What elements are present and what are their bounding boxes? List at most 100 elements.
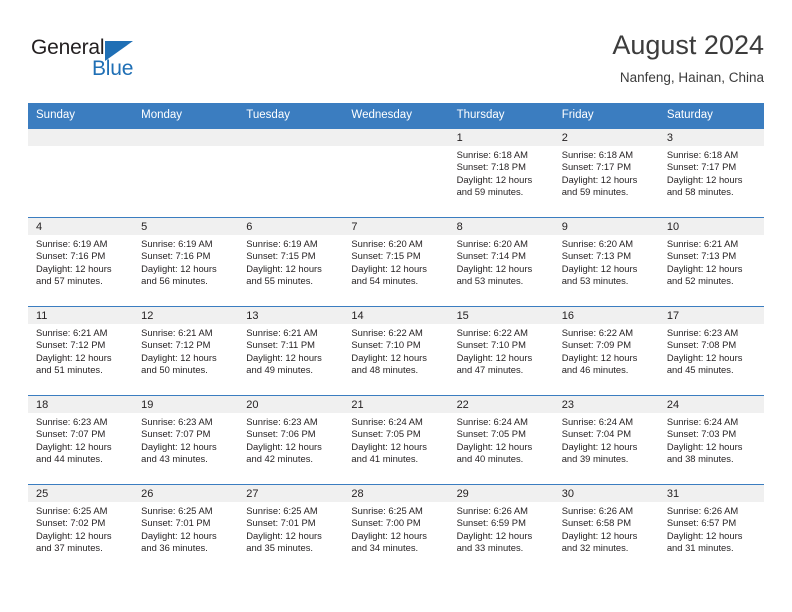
sunset-text: Sunset: 7:09 PM: [561, 339, 632, 351]
day-cell[interactable]: 1 Sunrise: 6:18 AM Sunset: 7:18 PM Dayli…: [448, 129, 554, 217]
day-cell[interactable]: 2 Sunrise: 6:18 AM Sunset: 7:17 PM Dayli…: [553, 129, 659, 217]
day-number: 13: [238, 307, 344, 324]
day-cell[interactable]: 22 Sunrise: 6:24 AM Sunset: 7:05 PM Dayl…: [448, 396, 554, 484]
sunrise-text: Sunrise: 6:22 AM: [456, 327, 528, 338]
day-cell[interactable]: 21 Sunrise: 6:24 AM Sunset: 7:05 PM Dayl…: [343, 396, 449, 484]
day-number: 8: [448, 218, 554, 235]
day-number: 3: [658, 129, 764, 146]
day-number: 30: [553, 485, 659, 502]
day-cell[interactable]: 4 Sunrise: 6:19 AM Sunset: 7:16 PM Dayli…: [28, 218, 134, 306]
sunset-text: Sunset: 7:07 PM: [141, 428, 211, 440]
day-cell[interactable]: 6 Sunrise: 6:19 AM Sunset: 7:15 PM Dayli…: [238, 218, 344, 306]
day-cell[interactable]: 13 Sunrise: 6:21 AM Sunset: 7:11 PM Dayl…: [238, 307, 344, 395]
day-cell[interactable]: 9 Sunrise: 6:20 AM Sunset: 7:13 PM Dayli…: [553, 218, 659, 306]
day-number: 25: [28, 485, 134, 502]
day-cell[interactable]: [238, 129, 344, 217]
day-number: 1: [448, 129, 554, 146]
sunset-text: Sunset: 7:17 PM: [666, 161, 737, 173]
calendar-week-row: 18 Sunrise: 6:23 AM Sunset: 7:07 PM Dayl…: [28, 395, 764, 484]
sunrise-text: Sunrise: 6:19 AM: [36, 238, 108, 249]
day-cell[interactable]: 23 Sunrise: 6:24 AM Sunset: 7:04 PM Dayl…: [553, 396, 659, 484]
weekday-header-monday: Monday: [141, 109, 183, 121]
daylight-text-line2: and 46 minutes.: [561, 364, 629, 376]
calendar-week-row: 1 Sunrise: 6:18 AM Sunset: 7:18 PM Dayli…: [28, 128, 764, 217]
sunset-text: Sunset: 7:01 PM: [141, 517, 211, 529]
daylight-text-line2: and 44 minutes.: [36, 453, 103, 465]
day-cell[interactable]: 17 Sunrise: 6:23 AM Sunset: 7:08 PM Dayl…: [658, 307, 764, 395]
day-cell[interactable]: 7 Sunrise: 6:20 AM Sunset: 7:15 PM Dayli…: [343, 218, 449, 306]
sunset-text: Sunset: 6:57 PM: [666, 517, 737, 529]
sunrise-text: Sunrise: 6:18 AM: [456, 149, 528, 160]
daylight-text-line2: and 59 minutes.: [561, 186, 629, 198]
daylight-text-line2: and 45 minutes.: [666, 364, 734, 376]
day-number: [238, 129, 344, 146]
day-details: Sunrise: 6:21 AM Sunset: 7:11 PM Dayligh…: [238, 324, 343, 377]
day-cell[interactable]: 5 Sunrise: 6:19 AM Sunset: 7:16 PM Dayli…: [133, 218, 239, 306]
general-blue-logo[interactable]: General Blue: [31, 36, 231, 88]
day-cell[interactable]: 11 Sunrise: 6:21 AM Sunset: 7:12 PM Dayl…: [28, 307, 134, 395]
daylight-text-line1: Daylight: 12 hours: [666, 262, 743, 274]
weekday-header-saturday: Saturday: [666, 109, 713, 121]
daylight-text-line2: and 32 minutes.: [561, 542, 629, 554]
sunrise-text: Sunrise: 6:19 AM: [141, 238, 213, 249]
sunset-text: Sunset: 7:15 PM: [351, 250, 421, 262]
day-cell[interactable]: 18 Sunrise: 6:23 AM Sunset: 7:07 PM Dayl…: [28, 396, 134, 484]
day-number: 19: [133, 396, 239, 413]
daylight-text-line1: Daylight: 12 hours: [561, 262, 638, 274]
day-cell[interactable]: 19 Sunrise: 6:23 AM Sunset: 7:07 PM Dayl…: [133, 396, 239, 484]
day-cell[interactable]: [343, 129, 449, 217]
sunrise-text: Sunrise: 6:26 AM: [456, 505, 528, 516]
day-details: Sunrise: 6:23 AM Sunset: 7:07 PM Dayligh…: [28, 413, 133, 466]
daylight-text-line1: Daylight: 12 hours: [666, 440, 743, 452]
day-cell[interactable]: 3 Sunrise: 6:18 AM Sunset: 7:17 PM Dayli…: [658, 129, 764, 217]
weekday-header-row: Sunday Monday Tuesday Wednesday Thursday…: [28, 103, 764, 128]
day-number: 4: [28, 218, 134, 235]
day-number: 14: [343, 307, 449, 324]
daylight-text-line2: and 51 minutes.: [36, 364, 103, 376]
day-cell[interactable]: 31 Sunrise: 6:26 AM Sunset: 6:57 PM Dayl…: [658, 485, 764, 573]
day-number: 26: [133, 485, 239, 502]
day-cell[interactable]: 14 Sunrise: 6:22 AM Sunset: 7:10 PM Dayl…: [343, 307, 449, 395]
daylight-text-line2: and 54 minutes.: [351, 275, 419, 287]
day-cell[interactable]: 30 Sunrise: 6:26 AM Sunset: 6:58 PM Dayl…: [553, 485, 659, 573]
day-details: Sunrise: 6:25 AM Sunset: 7:00 PM Dayligh…: [343, 502, 448, 555]
day-number: 24: [658, 396, 764, 413]
sunrise-text: Sunrise: 6:24 AM: [351, 416, 423, 427]
day-number: 23: [553, 396, 659, 413]
day-cell[interactable]: 16 Sunrise: 6:22 AM Sunset: 7:09 PM Dayl…: [553, 307, 659, 395]
day-cell[interactable]: 12 Sunrise: 6:21 AM Sunset: 7:12 PM Dayl…: [133, 307, 239, 395]
day-cell[interactable]: 24 Sunrise: 6:24 AM Sunset: 7:03 PM Dayl…: [658, 396, 764, 484]
sunset-text: Sunset: 7:18 PM: [456, 161, 526, 173]
day-cell[interactable]: 20 Sunrise: 6:23 AM Sunset: 7:06 PM Dayl…: [238, 396, 344, 484]
daylight-text-line1: Daylight: 12 hours: [666, 529, 743, 541]
daylight-text-line1: Daylight: 12 hours: [36, 440, 112, 452]
sunset-text: Sunset: 7:00 PM: [351, 517, 421, 529]
day-number: 10: [658, 218, 764, 235]
daylight-text-line1: Daylight: 12 hours: [561, 351, 638, 363]
day-cell[interactable]: 28 Sunrise: 6:25 AM Sunset: 7:00 PM Dayl…: [343, 485, 449, 573]
day-details: Sunrise: 6:24 AM Sunset: 7:03 PM Dayligh…: [659, 413, 764, 466]
day-number: 9: [553, 218, 659, 235]
day-details: Sunrise: 6:19 AM Sunset: 7:16 PM Dayligh…: [28, 235, 133, 288]
daylight-text-line1: Daylight: 12 hours: [246, 529, 322, 541]
day-cell[interactable]: 10 Sunrise: 6:21 AM Sunset: 7:13 PM Dayl…: [658, 218, 764, 306]
day-number: 2: [553, 129, 659, 146]
day-details: Sunrise: 6:22 AM Sunset: 7:10 PM Dayligh…: [449, 324, 554, 377]
daylight-text-line2: and 34 minutes.: [351, 542, 419, 554]
day-cell[interactable]: [133, 129, 239, 217]
day-cell[interactable]: 26 Sunrise: 6:25 AM Sunset: 7:01 PM Dayl…: [133, 485, 239, 573]
sunset-text: Sunset: 7:11 PM: [246, 339, 315, 351]
daylight-text-line2: and 36 minutes.: [141, 542, 208, 554]
day-details: Sunrise: 6:26 AM Sunset: 6:59 PM Dayligh…: [449, 502, 554, 555]
day-cell[interactable]: 29 Sunrise: 6:26 AM Sunset: 6:59 PM Dayl…: [448, 485, 554, 573]
day-cell[interactable]: 25 Sunrise: 6:25 AM Sunset: 7:02 PM Dayl…: [28, 485, 134, 573]
daylight-text-line2: and 31 minutes.: [666, 542, 734, 554]
day-cell[interactable]: 27 Sunrise: 6:25 AM Sunset: 7:01 PM Dayl…: [238, 485, 344, 573]
sunrise-text: Sunrise: 6:21 AM: [141, 327, 213, 338]
day-cell[interactable]: 15 Sunrise: 6:22 AM Sunset: 7:10 PM Dayl…: [448, 307, 554, 395]
daylight-text-line2: and 57 minutes.: [36, 275, 103, 287]
day-details: Sunrise: 6:24 AM Sunset: 7:05 PM Dayligh…: [449, 413, 554, 466]
day-details: Sunrise: 6:23 AM Sunset: 7:06 PM Dayligh…: [238, 413, 343, 466]
day-cell[interactable]: [28, 129, 134, 217]
day-cell[interactable]: 8 Sunrise: 6:20 AM Sunset: 7:14 PM Dayli…: [448, 218, 554, 306]
